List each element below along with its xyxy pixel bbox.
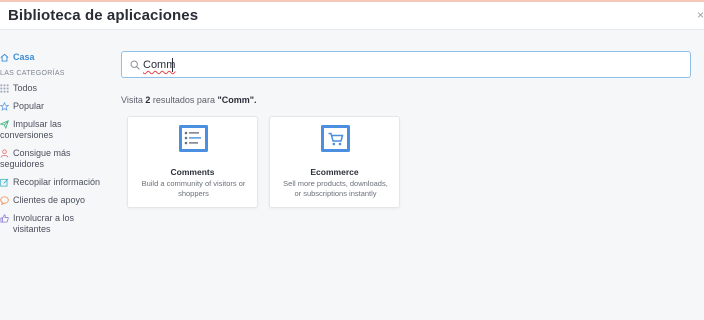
sidebar-item-label: Involucrar a los visitantes	[13, 213, 75, 234]
results-prefix: Visita	[121, 95, 143, 105]
search-icon	[130, 60, 140, 70]
search-input[interactable]: Comm	[121, 51, 691, 78]
results-middle: resultados para	[152, 95, 215, 105]
star-icon	[0, 102, 9, 111]
page-title: Biblioteca de aplicaciones	[8, 7, 199, 24]
shopping-cart-icon	[321, 125, 350, 152]
home-icon	[0, 53, 9, 62]
sidebar-item-clientes-apoyo[interactable]: Clientes de apoyo	[0, 195, 85, 206]
search-input-value[interactable]: Comm	[143, 59, 175, 71]
chat-bubble-icon	[0, 196, 9, 205]
sidebar-item-involucrar-visitantes[interactable]: Involucrar a los visitantes	[0, 213, 112, 235]
close-icon[interactable]: ×	[697, 8, 704, 22]
sidebar-item-label: Consigue más seguidores	[0, 148, 71, 169]
sidebar-item-popular[interactable]: Popular	[0, 101, 44, 112]
results-query: "Comm".	[217, 95, 257, 105]
results-count: 2	[145, 95, 151, 105]
text-caret	[172, 58, 173, 72]
paper-plane-icon	[0, 120, 9, 129]
sidebar-item-recopilar-informacion[interactable]: Recopilar información	[0, 177, 100, 188]
sidebar-item-label: Popular	[13, 101, 45, 111]
sidebar-item-home[interactable]: Casa	[0, 52, 35, 63]
edit-icon	[0, 178, 9, 187]
app-card-comments[interactable]: Comments Build a community of visitors o…	[127, 116, 258, 208]
user-icon	[0, 149, 9, 158]
results-summary: Visita 2 resultados para "Comm".	[121, 95, 257, 105]
sidebar-item-consigue-seguidores[interactable]: Consigue más seguidores	[0, 148, 71, 170]
sidebar-item-label: Casa	[13, 52, 35, 62]
sidebar-item-label: Todos	[13, 83, 38, 93]
app-card-title: Ecommerce	[310, 167, 359, 177]
category-sidebar: Casa LAS CATEGORÍAS Todos Popular Impuls…	[0, 30, 112, 320]
sidebar-item-label: Recopilar información	[13, 177, 101, 187]
app-card-description: Build a community of visitors or shopper…	[141, 179, 246, 198]
sidebar-item-todos[interactable]: Todos	[0, 83, 37, 94]
categories-section-label: LAS CATEGORÍAS	[0, 70, 65, 77]
comments-app-icon	[179, 125, 208, 152]
app-card-ecommerce[interactable]: Ecommerce Sell more products, downloads,…	[269, 116, 400, 208]
sidebar-item-label: Clientes de apoyo	[13, 195, 86, 205]
sidebar-item-label: Impulsar las conversiones	[0, 119, 62, 140]
thumbs-up-icon	[0, 214, 9, 223]
app-card-title: Comments	[170, 167, 215, 177]
sidebar-item-impulsar-conversiones[interactable]: Impulsar las conversiones	[0, 119, 62, 141]
app-library-header: Biblioteca de aplicaciones ×	[0, 2, 704, 30]
grid-icon	[0, 84, 9, 93]
app-card-description: Sell more products, downloads, or subscr…	[283, 179, 388, 198]
